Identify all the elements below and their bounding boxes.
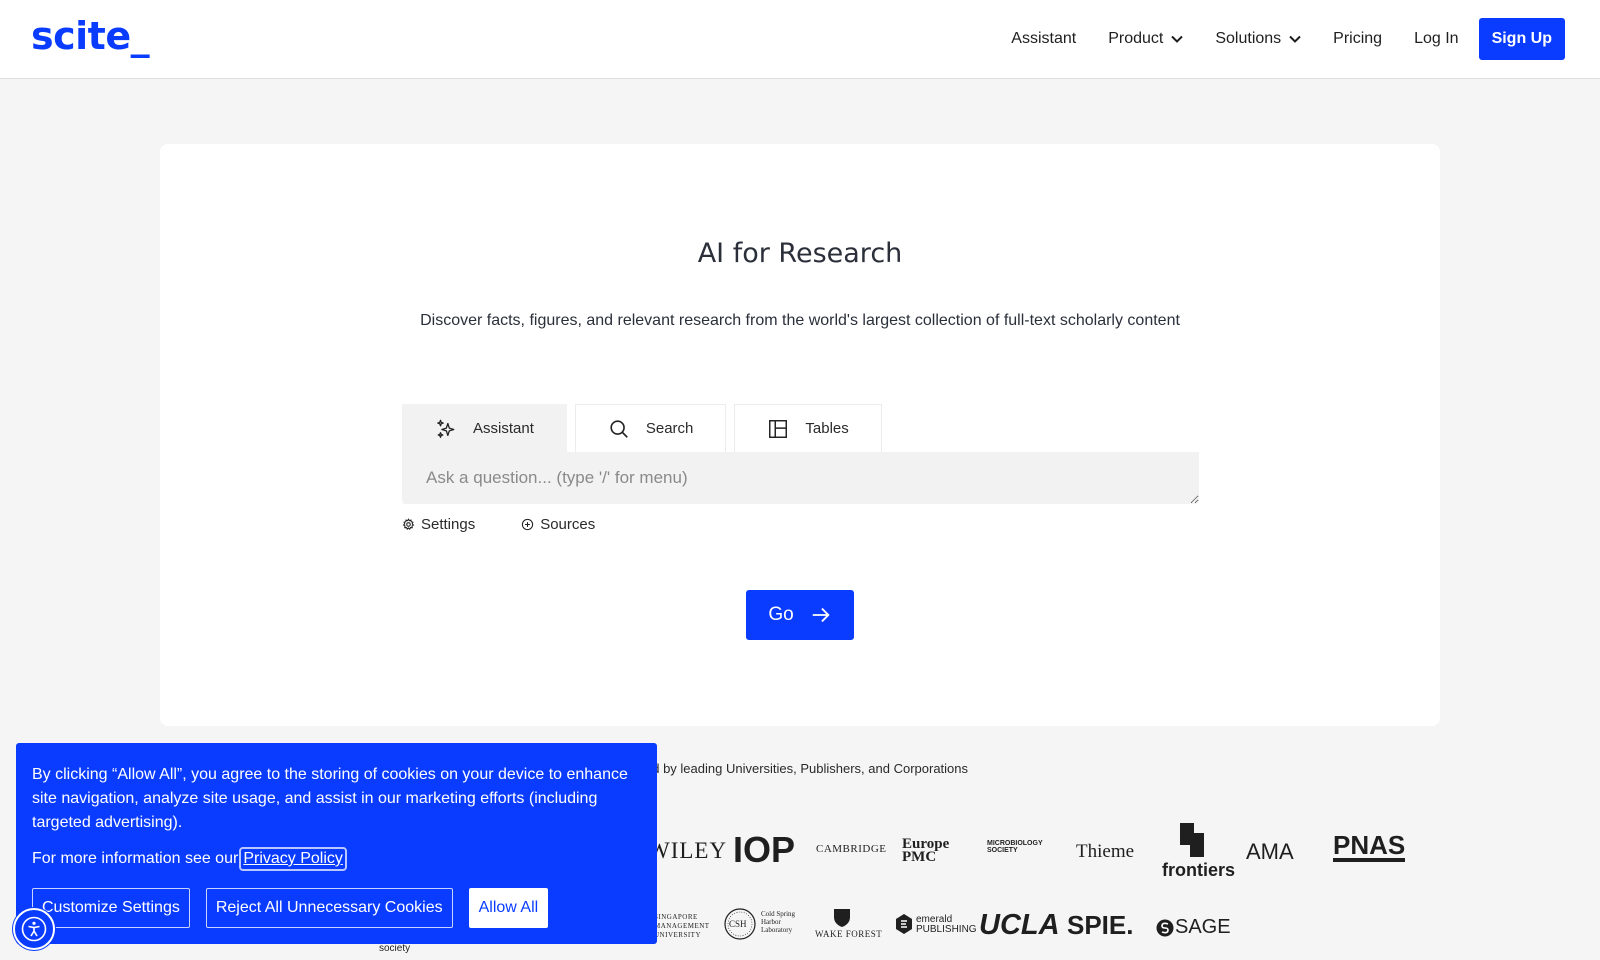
- tab-tables-label: Tables: [805, 420, 849, 437]
- tab-search[interactable]: Search: [574, 404, 727, 452]
- allow-all-button[interactable]: Allow All: [468, 888, 549, 928]
- wiley-logo: WILEY: [648, 838, 728, 863]
- reject-cookies-button[interactable]: Reject All Unnecessary Cookies: [205, 888, 453, 928]
- ucla-logo: UCLA: [979, 909, 1060, 941]
- accessibility-button[interactable]: [13, 908, 55, 950]
- tab-search-label: Search: [645, 420, 694, 437]
- cambridge-logo: CAMBRIDGE: [816, 843, 887, 855]
- csh-logo: CSH: [729, 919, 747, 929]
- table-icon: [769, 419, 788, 438]
- privacy-policy-link[interactable]: Privacy Policy: [239, 847, 347, 871]
- tab-tables[interactable]: Tables: [734, 404, 882, 452]
- nav-solutions-dropdown[interactable]: Solutions: [1215, 30, 1301, 48]
- thieme-logo: Thieme: [1076, 841, 1135, 862]
- nav-solutions-label: Solutions: [1215, 30, 1282, 47]
- sources-option[interactable]: Sources: [521, 516, 595, 533]
- frontiers-logo: frontiers: [1162, 860, 1236, 880]
- microbiology-society-logo: MICROBIOLOGY SOCIETY: [987, 840, 1043, 854]
- nav-login-label: Log In: [1414, 30, 1459, 47]
- emerald-e-icon: [896, 914, 912, 934]
- nav-product-dropdown[interactable]: Product: [1108, 30, 1184, 48]
- nav-pricing-label: Pricing: [1333, 30, 1383, 47]
- cookie-message: By clicking “Allow All”, you agree to th…: [32, 766, 628, 831]
- ama-logo: AMA: [1246, 839, 1294, 864]
- nav-login-link[interactable]: Log In: [1414, 30, 1458, 48]
- settings-label: Settings: [421, 516, 476, 533]
- sign-up-button[interactable]: Sign Up: [1478, 18, 1565, 60]
- question-input[interactable]: [402, 452, 1199, 504]
- top-navigation-bar: scite_ Assistant Product Solutions Prici…: [0, 0, 1600, 79]
- sage-s-icon: [1156, 919, 1174, 937]
- go-button[interactable]: Go: [746, 590, 854, 640]
- pnas-logo: PNAS: [1333, 830, 1406, 862]
- iop-logo: IOP: [733, 829, 796, 870]
- trusted-by-text: ed by leading Universities, Publishers, …: [645, 761, 969, 776]
- cookie-actions: Customize Settings Reject All Unnecessar…: [32, 888, 564, 928]
- cookie-more-prefix: For more information see our: [32, 850, 239, 867]
- spie-logo: SPIE.: [1067, 910, 1134, 940]
- mode-tabs: Assistant Search Tables: [402, 404, 890, 452]
- chevron-down-icon: [1171, 35, 1184, 43]
- cold-spring-harbor-text: Cold Spring Harbor Laboratory: [761, 910, 796, 934]
- society-text: society: [379, 943, 411, 954]
- accessibility-icon: [21, 916, 47, 942]
- wake-forest-shield-icon: [834, 909, 850, 927]
- main-nav: Assistant Product Solutions Pricing Log …: [979, 18, 1565, 60]
- cookie-consent-banner: By clicking “Allow All”, you agree to th…: [16, 743, 657, 944]
- wake-forest-logo: WAKE FOREST: [815, 929, 883, 939]
- page-title: AI for Research: [697, 238, 903, 269]
- nav-assistant-label: Assistant: [1011, 30, 1077, 47]
- tab-assistant[interactable]: Assistant: [402, 404, 567, 452]
- search-card: AI for Research Discover facts, figures,…: [160, 144, 1440, 726]
- chevron-down-icon: [1289, 35, 1301, 43]
- smu-logo: SINGAPORE MANAGEMENT UNIVERSITY: [654, 913, 710, 939]
- cookie-more-info: For more information see our Privacy Pol…: [32, 847, 347, 871]
- nav-assistant-link[interactable]: Assistant: [1011, 30, 1076, 48]
- arrow-right-icon: [812, 607, 830, 623]
- nav-product-label: Product: [1108, 30, 1164, 47]
- settings-option[interactable]: Settings: [402, 516, 475, 533]
- query-options: Settings Sources: [402, 516, 641, 533]
- plus-circle-icon: [522, 518, 534, 531]
- nav-pricing-link[interactable]: Pricing: [1333, 30, 1382, 48]
- search-icon: [610, 419, 628, 438]
- sources-label: Sources: [540, 516, 596, 533]
- sparkles-icon: [437, 419, 455, 438]
- gear-icon: [402, 518, 415, 530]
- frontiers-cube-icon: [1180, 823, 1204, 857]
- page-subtitle: Discover facts, figures, and relevant re…: [420, 312, 1180, 329]
- customize-settings-button[interactable]: Customize Settings: [32, 888, 190, 928]
- sage-logo: SAGE: [1175, 916, 1231, 938]
- europe-pmc-logo: Europe PMC: [902, 836, 950, 865]
- scite-logo[interactable]: scite_: [31, 14, 150, 58]
- tab-assistant-label: Assistant: [473, 420, 534, 437]
- go-label: Go: [768, 604, 794, 625]
